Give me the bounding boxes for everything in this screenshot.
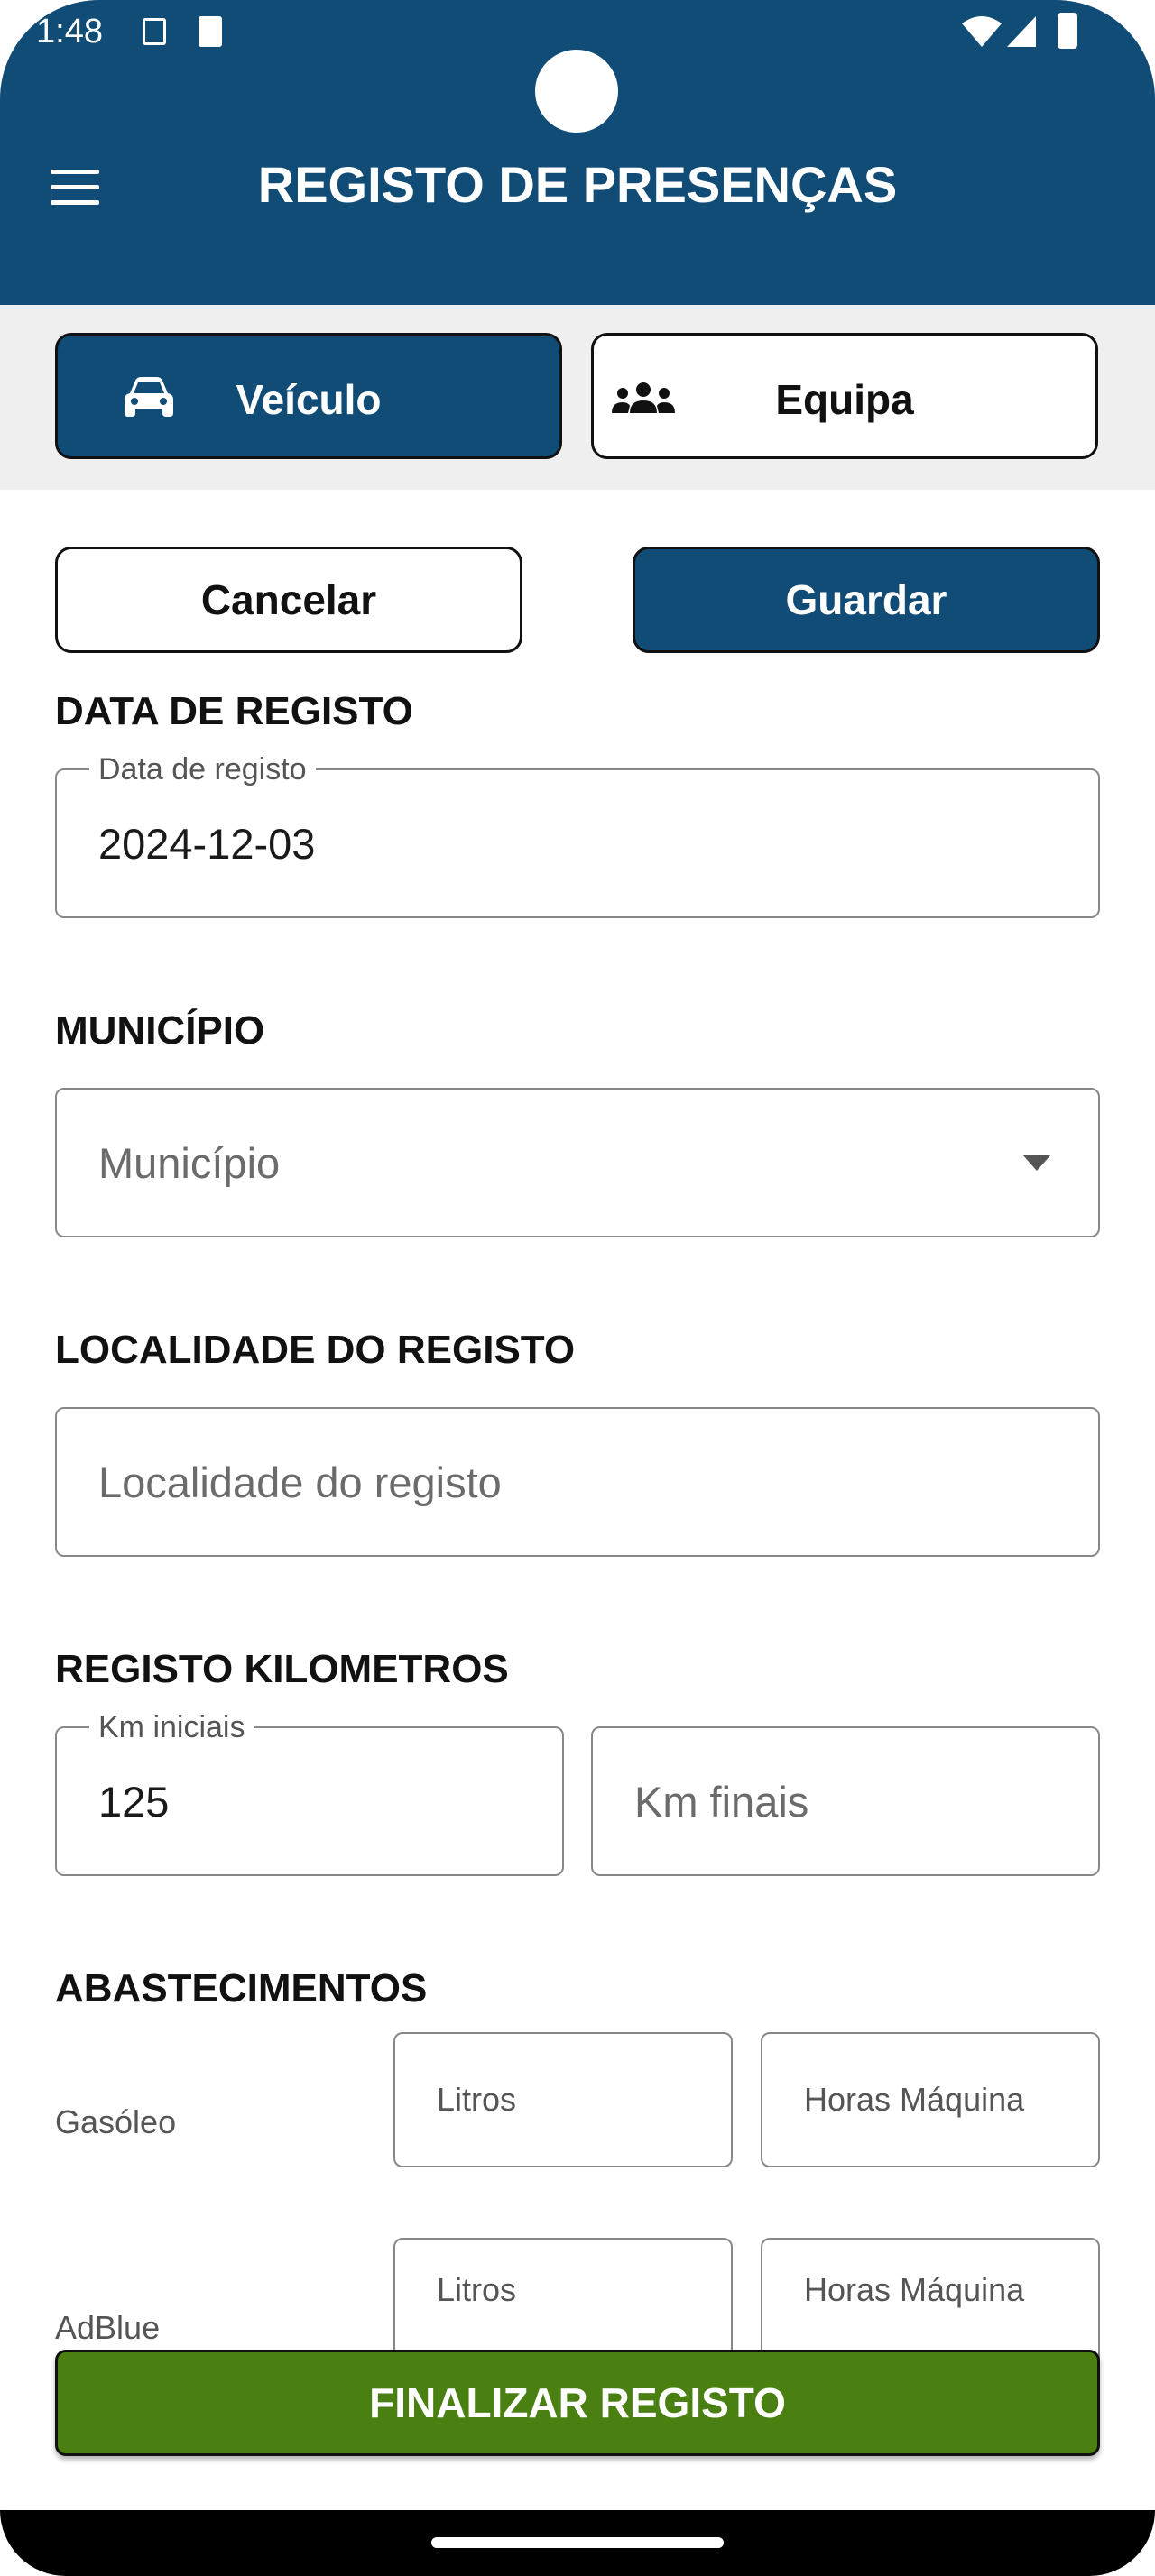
dropdown-arrow-icon	[1022, 1155, 1051, 1171]
fuel-row-label: Gasóleo	[55, 2103, 177, 2140]
sd-card-icon	[199, 16, 222, 47]
km-finais-placeholder: Km finais	[634, 1777, 809, 1826]
tab-veiculo[interactable]: Veículo	[55, 333, 562, 459]
horas-placeholder: Horas Máquina	[804, 2271, 1025, 2308]
finalize-button[interactable]: FINALIZAR REGISTO	[55, 2350, 1100, 2456]
municipio-placeholder: Município	[98, 1138, 281, 1187]
litros-placeholder: Litros	[437, 2081, 517, 2118]
page-title: REGISTO DE PRESENÇAS	[257, 156, 898, 213]
fuel-row-label: AdBlue	[55, 2309, 161, 2346]
municipio-dropdown[interactable]: Município	[55, 1088, 1100, 1237]
litros-placeholder: Litros	[437, 2271, 517, 2308]
gasoleo-horas-input[interactable]: Horas Máquina	[761, 2032, 1100, 2167]
section-label-data-registo: DATA DE REGISTO	[55, 689, 413, 733]
status-time: 1:48	[36, 13, 103, 51]
section-label-municipio: MUNICÍPIO	[55, 1008, 265, 1053]
notification-icon	[143, 18, 166, 45]
save-button[interactable]: Guardar	[633, 547, 1100, 653]
km-iniciais-value: 125	[98, 1777, 170, 1826]
signal-icon	[1007, 16, 1036, 47]
localidade-placeholder: Localidade do registo	[98, 1458, 502, 1506]
tab-equipa[interactable]: Equipa	[591, 333, 1098, 459]
tab-veiculo-label: Veículo	[236, 376, 382, 423]
km-iniciais-input[interactable]: Km iniciais 125	[55, 1710, 564, 1876]
horas-placeholder: Horas Máquina	[804, 2081, 1025, 2118]
home-indicator[interactable]	[431, 2537, 724, 2548]
km-finais-input[interactable]: Km finais	[591, 1726, 1100, 1876]
date-field-value: 2024-12-03	[98, 819, 316, 868]
date-field[interactable]: Data de registo 2024-12-03	[55, 752, 1100, 918]
cancel-button[interactable]: Cancelar	[55, 547, 522, 653]
gasoleo-litros-input[interactable]: Litros	[393, 2032, 733, 2167]
section-label-abastecimentos: ABASTECIMENTOS	[55, 1966, 428, 2010]
battery-icon	[1058, 13, 1077, 49]
wifi-icon	[962, 16, 1002, 47]
section-label-kilometros: REGISTO KILOMETROS	[55, 1647, 509, 1691]
localidade-input[interactable]: Localidade do registo	[55, 1407, 1100, 1557]
section-label-localidade: LOCALIDADE DO REGISTO	[55, 1328, 576, 1372]
tab-equipa-label: Equipa	[775, 376, 914, 423]
camera-cutout	[535, 50, 618, 133]
